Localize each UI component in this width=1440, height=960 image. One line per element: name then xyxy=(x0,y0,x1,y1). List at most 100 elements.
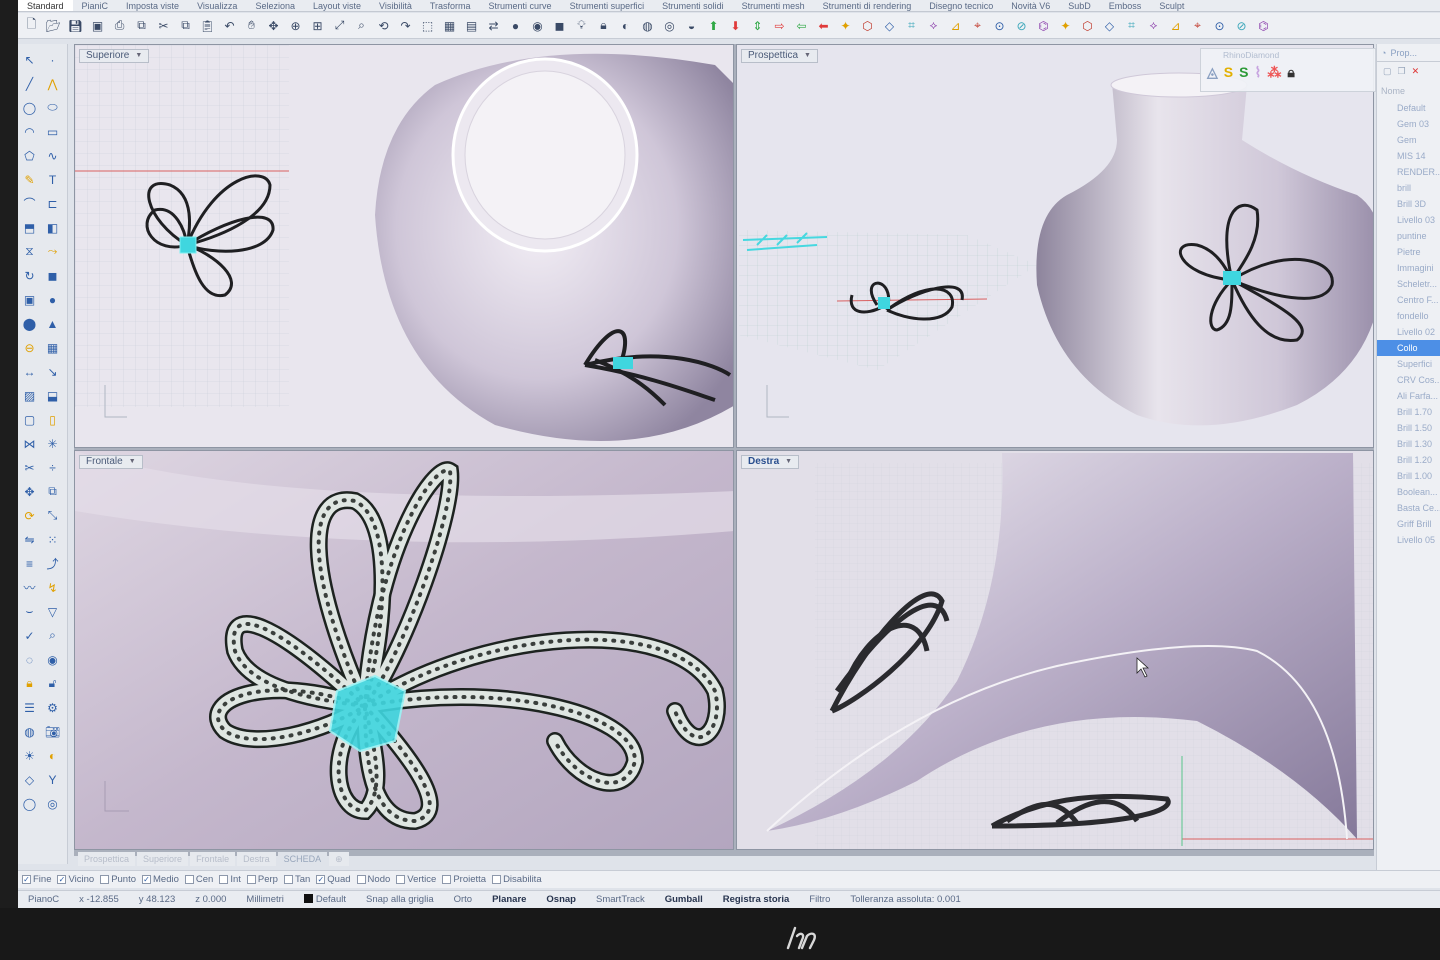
select-icon[interactable]: ⬚ xyxy=(418,16,437,35)
toolbar-tool-icon[interactable]: ⊙ xyxy=(1210,16,1229,35)
properties-tab[interactable]: ◔ Prop... xyxy=(1377,44,1440,62)
checkbox[interactable]: ✓ xyxy=(316,875,326,884)
hatch-icon[interactable]: ▨ xyxy=(20,386,39,405)
toolbar-tab[interactable]: SubD xyxy=(1059,0,1100,11)
toolbar-tab[interactable]: Strumenti superfici xyxy=(561,0,654,11)
toolbar-tab[interactable]: Disegno tecnico xyxy=(920,0,1002,11)
ring-icon[interactable]: ◯ xyxy=(20,794,39,813)
polygon-icon[interactable]: ⬠ xyxy=(20,146,39,165)
lock-icon[interactable]: 🔒︎ xyxy=(20,674,39,693)
layer-item[interactable]: Superfici xyxy=(1377,356,1440,372)
layer-item[interactable]: Livello 03 xyxy=(1377,212,1440,228)
layer-item[interactable]: Brill 1.00 xyxy=(1377,468,1440,484)
curve-icon[interactable]: ∿ xyxy=(43,146,62,165)
viewport-perspective[interactable]: Prospettica ▼ xyxy=(736,44,1374,448)
viewport-title-top[interactable]: Superiore ▼ xyxy=(79,49,150,63)
move-icon[interactable]: ✥ xyxy=(20,482,39,501)
layer-item[interactable]: RENDER... xyxy=(1377,164,1440,180)
viewport-title-front[interactable]: Frontale ▼ xyxy=(79,455,143,469)
cone-icon[interactable]: ▲ xyxy=(43,314,62,333)
status-toggle[interactable]: SmartTrack xyxy=(586,891,655,909)
layer-item[interactable]: puntine xyxy=(1377,228,1440,244)
revolve-icon[interactable]: ↻ xyxy=(20,266,39,285)
checkbox[interactable] xyxy=(356,875,366,884)
toolbar-tab[interactable]: Strumenti mesh xyxy=(733,0,814,11)
checkbox[interactable]: ✓ xyxy=(57,875,67,884)
osnap-option[interactable]: Perp xyxy=(246,874,278,885)
viewport-right[interactable]: Destra ▼ xyxy=(736,450,1374,850)
status-toggle[interactable]: Registra storia xyxy=(713,891,800,909)
toolbar-tool-icon[interactable]: ⊘ xyxy=(1232,16,1251,35)
sphere-icon[interactable]: ● xyxy=(506,16,525,35)
polyline-icon[interactable]: ⋀ xyxy=(43,74,62,93)
toolbar-tool-icon[interactable]: ⌗ xyxy=(1122,16,1141,35)
osnap-option[interactable]: Vertice xyxy=(396,874,436,885)
arrow-right-icon[interactable]: ⇨ xyxy=(770,16,789,35)
transform-icon[interactable]: ⇄ xyxy=(484,16,503,35)
layer-item[interactable]: Centro F... xyxy=(1377,292,1440,308)
undo-icon[interactable]: ↶ xyxy=(220,16,239,35)
layer-item[interactable]: Griff Brill xyxy=(1377,516,1440,532)
box-icon[interactable]: ◼ xyxy=(550,16,569,35)
show-icon[interactable]: ◉ xyxy=(43,650,62,669)
cylinder-icon[interactable]: ⬤ xyxy=(20,314,39,333)
toolbar-tool-icon[interactable]: ⌬ xyxy=(1254,16,1273,35)
trim-icon[interactable]: ✂ xyxy=(20,458,39,477)
layer-item[interactable]: Default xyxy=(1377,100,1440,116)
layer-item[interactable]: Brill 1.20 xyxy=(1377,452,1440,468)
flow-icon[interactable]: 〰 xyxy=(20,578,39,597)
block-icon[interactable]: ⬓ xyxy=(43,386,62,405)
status-toggle[interactable]: Orto xyxy=(444,891,482,909)
zoom-extents-icon[interactable]: ⤢ xyxy=(330,16,349,35)
solid-icon[interactable]: ◼ xyxy=(43,266,62,285)
layer-item[interactable]: Scheletr... xyxy=(1377,276,1440,292)
viewport-title-perspective[interactable]: Prospettica ▼ xyxy=(741,49,818,63)
layer-item[interactable]: fondello xyxy=(1377,308,1440,324)
toolbar-tool-icon[interactable]: ⌖ xyxy=(1188,16,1207,35)
s-curve-yellow-icon[interactable]: S xyxy=(1224,64,1233,81)
checkbox[interactable] xyxy=(246,875,256,884)
analyze-icon[interactable]: ⌕ xyxy=(43,626,62,645)
light-icon[interactable]: 💡︎ xyxy=(572,16,591,35)
rhinodiamond-floating-toolbar[interactable]: RhinoDiamond ◬ S S ⌇ ⁂ 🔒︎ xyxy=(1200,48,1376,92)
toolbar-tool-icon[interactable]: ✦ xyxy=(1056,16,1075,35)
render-icon[interactable]: ◍ xyxy=(638,16,657,35)
toolbar-tool-icon[interactable]: ⟡ xyxy=(924,16,943,35)
properties-icon[interactable]: ⚙ xyxy=(43,698,62,717)
cut-icon[interactable]: ✂ xyxy=(154,16,173,35)
checkbox[interactable] xyxy=(396,875,406,884)
checkbox[interactable] xyxy=(442,875,452,884)
gem-tool-icon[interactable]: ◬ xyxy=(1207,64,1218,81)
layer-item[interactable]: Immagini xyxy=(1377,260,1440,276)
rectangle-icon[interactable]: ▭ xyxy=(43,122,62,141)
checkbox[interactable] xyxy=(219,875,229,884)
osnap-option[interactable]: ✓ Fine xyxy=(22,874,51,885)
rotate-view-icon[interactable]: ⟲ xyxy=(374,16,393,35)
camera-icon[interactable]: 📷︎ xyxy=(43,722,62,741)
copy-icon[interactable]: ⧉ xyxy=(176,16,195,35)
checkbox[interactable]: ✓ xyxy=(142,875,152,884)
chevron-down-icon[interactable]: ▼ xyxy=(135,50,142,62)
toolbar-tab[interactable]: Seleziona xyxy=(246,0,304,11)
osnap-option[interactable]: Tan xyxy=(283,874,310,885)
layer-item[interactable]: Brill 3D xyxy=(1377,196,1440,212)
view-tab[interactable]: Destra xyxy=(237,852,276,866)
checkbox[interactable]: ✓ xyxy=(22,875,31,884)
osnap-option[interactable]: Int xyxy=(219,874,241,885)
lock-icon[interactable]: 🔒︎ xyxy=(594,16,613,35)
copy-layer-icon[interactable]: ❐ xyxy=(1398,66,1406,77)
checkbox[interactable] xyxy=(184,875,194,884)
zoom-selected-icon[interactable]: ⌕ xyxy=(352,16,371,35)
explode-icon[interactable]: ✳ xyxy=(43,434,62,453)
toolbar-tab[interactable]: Layout viste xyxy=(304,0,370,11)
ellipse-icon[interactable]: ⬭ xyxy=(43,98,62,117)
light-icon[interactable]: ☀ xyxy=(20,746,39,765)
arrow-updown-icon[interactable]: ⇕ xyxy=(748,16,767,35)
layer-item[interactable]: brill xyxy=(1377,180,1440,196)
toolbar-tab[interactable]: Novità V6 xyxy=(1002,0,1059,11)
prong-icon[interactable]: Y xyxy=(43,770,62,789)
osnap-option[interactable]: Punto xyxy=(100,874,136,885)
arrow-up-icon[interactable]: ⬆ xyxy=(704,16,723,35)
pan-icon[interactable]: ✋︎ xyxy=(242,16,261,35)
offset-icon[interactable]: ⊏ xyxy=(43,194,62,213)
